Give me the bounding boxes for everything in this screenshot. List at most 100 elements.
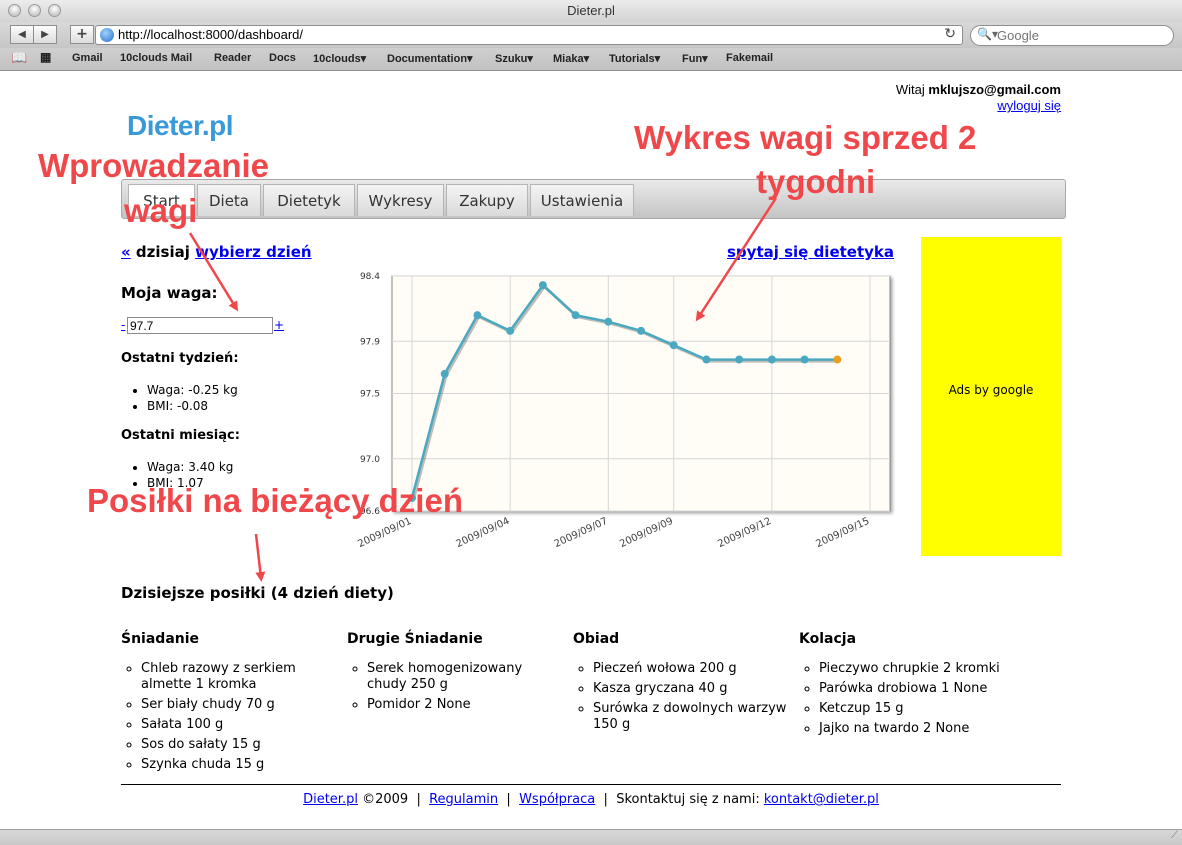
user-email: mklujszo@gmail.com: [928, 82, 1061, 97]
chart-data-point: [538, 281, 547, 290]
chart-y-tick-label: 97.5: [360, 390, 380, 400]
meal-item: Pieczeń wołowa 200 g: [593, 661, 788, 677]
annotation-chart-line1: Wykres wagi sprzed 2: [634, 119, 977, 156]
chart-data-point: [767, 355, 776, 364]
bookmark-fakemail[interactable]: Fakemail: [726, 52, 773, 64]
meal-item: Kasza gryczana 40 g: [593, 681, 788, 697]
footer: Dieter.pl ©2009 | Regulamin | Współpraca…: [121, 792, 1061, 807]
pick-day-link[interactable]: wybierz dzień: [195, 243, 312, 261]
chart-x-tick-label: 2009/09/07: [553, 516, 610, 550]
bookmark-documentation-menu[interactable]: Documentation▾: [387, 52, 473, 65]
bookmark-gmail[interactable]: Gmail: [72, 52, 103, 64]
chart-y-axis: 98.497.997.597.096.6: [360, 272, 380, 517]
chart-data-point: [669, 341, 678, 350]
browser-toolbar: ◀ ▶ + http://localhost:8000/dashboard/ ↻…: [0, 22, 1182, 48]
meal-item: Serek homogenizowany chudy 250 g: [367, 661, 562, 693]
window-title: Dieter.pl: [567, 3, 615, 18]
footer-terms-link[interactable]: Regulamin: [429, 792, 498, 807]
last-week-bmi: BMI: -0.08: [147, 398, 238, 414]
close-window-button[interactable]: [8, 4, 21, 17]
reload-icon[interactable]: ↻: [944, 26, 956, 42]
forward-button[interactable]: ▶: [33, 25, 57, 44]
annotation-weight-input-line2: wagi: [124, 192, 198, 229]
day-navigation: « dzisiaj wybierz dzień: [121, 243, 312, 261]
tab-zakupy[interactable]: Zakupy: [446, 184, 528, 216]
weight-increase-button[interactable]: +: [274, 318, 284, 332]
search-input[interactable]: [997, 28, 1167, 43]
meal-item: Ketczup 15 g: [819, 701, 1014, 717]
back-button[interactable]: ◀: [10, 25, 34, 44]
bookmark-szuku-menu[interactable]: Szuku▾: [495, 52, 533, 65]
window-titlebar: Dieter.pl: [0, 0, 1182, 23]
last-week-stats: Waga: -0.25 kg BMI: -0.08: [121, 382, 238, 414]
footer-email-link[interactable]: kontakt@dieter.pl: [764, 792, 879, 807]
add-bookmark-button[interactable]: +: [70, 25, 94, 44]
address-bar[interactable]: http://localhost:8000/dashboard/ ↻: [95, 25, 963, 45]
bookmark-docs[interactable]: Docs: [269, 52, 296, 64]
last-week-title: Ostatni tydzień:: [121, 351, 239, 366]
meal-column-second-breakfast: Drugie Śniadanie Serek homogenizowany ch…: [347, 631, 562, 717]
chart-x-axis: 2009/09/01 2009/09/04 2009/09/07 2009/09/09…: [356, 516, 871, 550]
top-sites-grid-icon[interactable]: ▦: [40, 50, 51, 64]
ask-dietitian-link[interactable]: spytaj się dietetyka: [727, 243, 894, 261]
bookmark-10clouds-menu[interactable]: 10clouds▾: [313, 52, 366, 65]
tab-wykresy[interactable]: Wykresy: [357, 184, 444, 216]
footer-copyright: ©2009 |: [357, 792, 430, 807]
browser-status-bar: ⟋: [0, 829, 1182, 845]
search-box[interactable]: 🔍▾: [970, 25, 1174, 46]
meal-name: Obiad: [573, 631, 620, 647]
meal-column-lunch: Obiad Pieczeń wołowa 200 g Kasza gryczan…: [573, 631, 788, 737]
bookmark-tutorials-menu[interactable]: Tutorials▾: [609, 52, 660, 65]
meal-items: Serek homogenizowany chudy 250 g Pomidor…: [347, 661, 562, 713]
ads-box[interactable]: Ads by google: [921, 237, 1061, 556]
chart-x-tick-label: 2009/09/09: [618, 516, 675, 550]
tab-dieta[interactable]: Dieta: [197, 184, 261, 216]
bookmark-fun-menu[interactable]: Fun▾: [682, 52, 708, 65]
meal-name: Kolacja: [799, 631, 857, 647]
footer-cooperation-link[interactable]: Współpraca: [519, 792, 595, 807]
chart-x-tick-label: 2009/09/04: [455, 516, 512, 550]
globe-icon: [100, 28, 114, 42]
annotation-chart-line2: tygodni: [756, 163, 876, 200]
footer-brand-link[interactable]: Dieter.pl: [303, 792, 358, 807]
footer-divider: [121, 784, 1061, 785]
chart-y-tick-label: 98.4: [360, 272, 380, 282]
chart-x-tick-label: 2009/09/12: [716, 516, 773, 550]
url-text: http://localhost:8000/dashboard/: [118, 27, 304, 42]
meal-name: Drugie Śniadanie: [347, 631, 483, 647]
welcome-prefix: Witaj: [895, 82, 929, 97]
bookmarks-book-icon[interactable]: 📖: [11, 50, 27, 66]
meal-item: Sałata 100 g: [141, 717, 336, 733]
resize-grip-icon[interactable]: ⟋: [1171, 830, 1178, 841]
previous-day-link[interactable]: «: [121, 243, 131, 261]
zoom-window-button[interactable]: [48, 4, 61, 17]
tab-dietetyk[interactable]: Dietetyk: [263, 184, 355, 216]
weight-input[interactable]: [127, 317, 273, 334]
meal-item: Surówka z dowolnych warzyw 150 g: [593, 701, 788, 733]
arrow-to-meals: [254, 533, 266, 582]
tab-ustawienia[interactable]: Ustawienia: [530, 184, 634, 216]
meal-item: Szynka chuda 15 g: [141, 757, 336, 773]
weight-decrease-button[interactable]: -: [121, 318, 125, 332]
bookmark-miaka-menu[interactable]: Miaka▾: [553, 52, 589, 65]
logout-link[interactable]: wyloguj się: [900, 98, 1061, 113]
bookmark-reader[interactable]: Reader: [214, 52, 251, 64]
last-month-title: Ostatni miesiąc:: [121, 428, 240, 443]
site-logo[interactable]: Dieter.pl: [127, 110, 233, 142]
chart-data-point: [702, 355, 711, 364]
weight-chart: 98.497.997.597.096.6 2009/09/01 2009/09/0…: [356, 272, 891, 550]
chart-data-point: [473, 311, 482, 320]
chart-data-point: [833, 355, 842, 364]
meal-items: Pieczeń wołowa 200 g Kasza gryczana 40 g…: [573, 661, 788, 733]
ads-label: Ads by google: [948, 383, 1034, 397]
meal-items: Chleb razowy z serkiem almette 1 kromka …: [121, 661, 336, 773]
minimize-window-button[interactable]: [28, 4, 41, 17]
chart-data-point: [637, 326, 645, 335]
meal-item: Jajko na twardo 2 None: [819, 721, 1014, 737]
annotation-weight-input-line1: Wprowadzanie: [38, 147, 270, 184]
meal-name: Śniadanie: [121, 631, 200, 647]
bookmark-10clouds-mail[interactable]: 10clouds Mail: [120, 52, 192, 64]
right-triangle-icon: ▶: [41, 29, 49, 40]
meal-column-dinner: Kolacja Pieczywo chrupkie 2 kromki Parów…: [799, 631, 1014, 741]
chart-data-point: [506, 326, 515, 335]
